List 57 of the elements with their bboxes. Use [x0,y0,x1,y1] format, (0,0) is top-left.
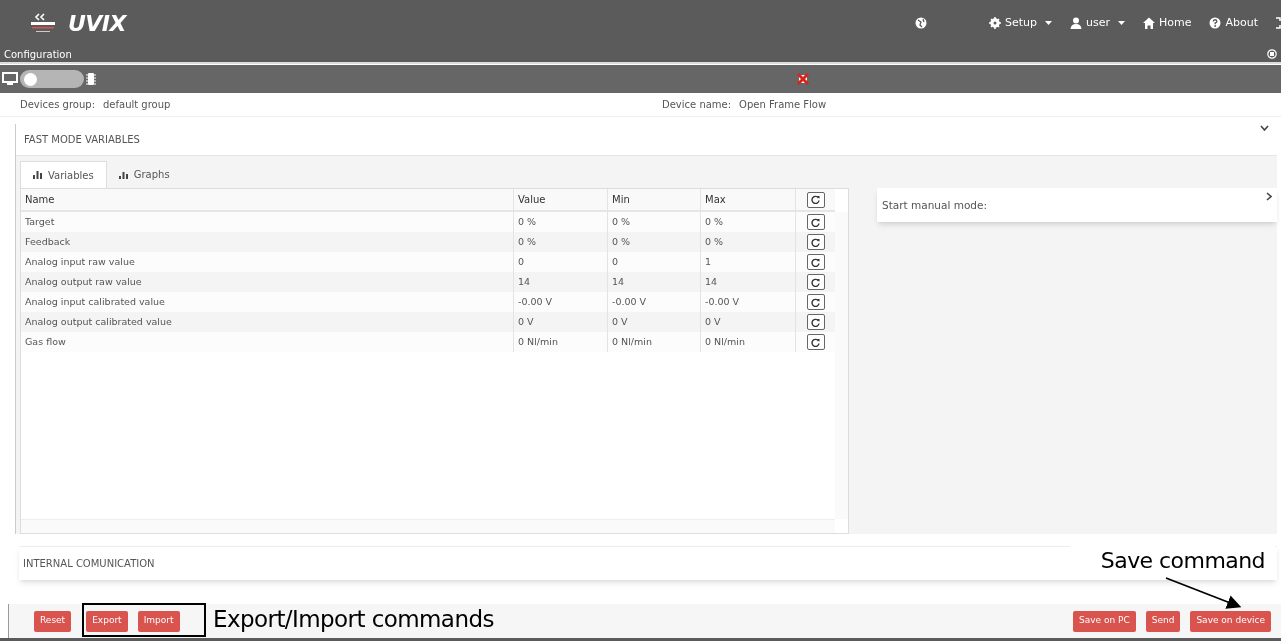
refresh-button[interactable] [806,234,825,250]
command-button[interactable]: Save on PC [1073,610,1136,632]
command-button[interactable]: Send [1145,610,1181,632]
device-name-label: Device name: [662,98,732,112]
monitor-icon [2,72,18,86]
panel-title: FAST MODE VARIABLES [24,133,140,147]
table-cell-text: Feedback [24,234,72,249]
app-logo: UVIX [68,9,126,38]
table-cell-text: Analog output raw value [24,274,143,289]
refresh-button[interactable] [806,294,825,310]
annotation-label: Export/Import commands [213,605,494,633]
column-header: Min [607,189,700,210]
nav-menu-item[interactable] [914,17,927,29]
refresh-button[interactable] [806,334,825,350]
tab[interactable]: Variables [20,161,107,188]
side-panel-title: Start manual mode: [882,198,987,213]
fullscreen-icon [1276,17,1281,29]
command-button[interactable]: Reset [34,610,72,632]
command-button[interactable]: Import [137,610,180,632]
nav-menu-item[interactable]: user [1070,14,1125,32]
chip-icon [86,72,96,86]
devices-group-label: Devices group: [20,98,95,112]
user-icon [1070,17,1082,29]
tab[interactable]: Graphs [106,161,182,188]
column-header: Value [513,189,607,210]
table-cell: 0 Nl/min [700,332,795,352]
refresh-button[interactable] [806,214,825,230]
mode-toggle-switch[interactable] [20,70,84,88]
refresh-button[interactable] [806,191,825,208]
table-cell-text: Analog output calibrated value [24,314,173,329]
command-button[interactable]: Export [86,610,128,632]
column-header: Name [24,193,56,207]
table-cell: 0 Nl/min [513,332,607,352]
refresh-button[interactable] [806,314,825,330]
help-icon [1209,17,1222,29]
column-header: Max [700,189,795,210]
config-title: Configuration [4,47,72,62]
table-cell-text: Gas flow [24,334,67,349]
refresh-icon [811,195,820,204]
table-cell-text: Analog input calibrated value [24,294,166,309]
command-button[interactable]: Save on device [1190,610,1271,632]
bar-chart-icon [33,171,42,179]
refresh-button[interactable] [806,254,825,270]
close-circle-icon [1267,49,1277,59]
home-icon [1143,17,1155,29]
table-cell-text: Target [24,214,56,229]
devices-group-value: default group [103,98,171,112]
table-cell-text: Analog input raw value [24,254,136,269]
table-cell: 0 Nl/min [607,332,700,352]
panel-title: INTERNAL COMUNICATION [23,557,155,571]
nav-menu-item[interactable]: About [1209,14,1258,32]
refresh-button[interactable] [806,274,825,290]
gear-icon [988,17,1001,29]
device-name-value: Open Frame Flow [739,98,827,112]
nav-menu-item[interactable]: Home [1143,14,1192,32]
globe-icon [914,17,927,29]
nav-menu-item[interactable]: Setup [988,14,1052,32]
